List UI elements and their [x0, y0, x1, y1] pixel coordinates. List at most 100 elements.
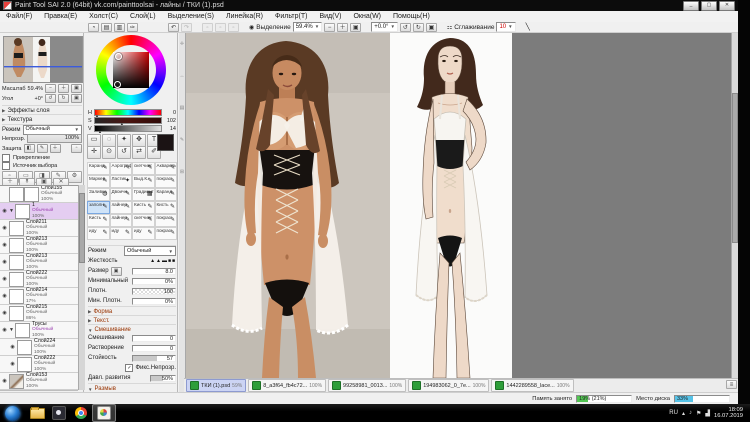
- zoom-out-button[interactable]: −: [324, 23, 335, 32]
- tool-cell[interactable]: Двоичн.✎: [110, 188, 133, 201]
- tab-list-button[interactable]: ≡: [726, 380, 737, 389]
- color-wheel-toggle-icon[interactable]: ◔: [88, 23, 99, 32]
- tool-cell[interactable]: Кисть✎: [132, 201, 155, 214]
- tool-cell[interactable]: покрас✎: [155, 214, 178, 227]
- show-hidden-icons[interactable]: ▴: [682, 410, 685, 417]
- visibility-eye-icon[interactable]: ◉: [0, 378, 9, 384]
- tool-cell[interactable]: Ластик✦: [110, 175, 133, 188]
- volume-icon[interactable]: ♪: [689, 410, 692, 416]
- min-density-field[interactable]: 0%: [132, 298, 176, 305]
- scale-minus-button[interactable]: −: [45, 84, 56, 93]
- rotate-reset-button[interactable]: ▣: [426, 23, 437, 32]
- layer-row[interactable]: ◉ Слой215 Обычный 86%: [0, 305, 78, 322]
- tool-cell[interactable]: лайнер✎: [110, 201, 133, 214]
- menu-item-view[interactable]: Вид(V): [313, 13, 347, 20]
- visibility-eye-icon[interactable]: ◉: [0, 242, 9, 248]
- tool-cell[interactable]: иду✎: [110, 227, 133, 240]
- rect-select-icon[interactable]: ▭: [87, 134, 101, 147]
- tool-cell[interactable]: Кисть✎: [87, 214, 110, 227]
- zoom-combobox[interactable]: 59.4% ▼: [293, 22, 322, 32]
- layer-row[interactable]: ◉ Слой213 Обычный 100%: [0, 254, 78, 271]
- visibility-eye-icon[interactable]: ◉: [0, 208, 9, 214]
- layer-row[interactable]: ◉ Слой222 Обычный 100%: [0, 356, 78, 373]
- angle-reset-button[interactable]: ▣: [71, 94, 82, 103]
- rotate-ccw-button[interactable]: ↺: [400, 23, 411, 32]
- menu-item-filter[interactable]: Фильтр(T): [269, 13, 313, 20]
- visibility-eye-icon[interactable]: ◉: [8, 361, 17, 367]
- zoom-tool-icon[interactable]: ⊙: [102, 146, 116, 159]
- tool-cell-selected[interactable]: заполн.✎: [87, 201, 110, 214]
- tool-cell[interactable]: Маркер✎: [87, 175, 110, 188]
- selection-source-row[interactable]: Источник выбора: [2, 162, 82, 170]
- canvas-viewport[interactable]: [186, 33, 731, 378]
- hue-slider[interactable]: ▲: [94, 109, 162, 116]
- close-button[interactable]: ✕: [719, 1, 735, 11]
- layer-opacity-slider[interactable]: 100%: [27, 134, 82, 143]
- tool-cell[interactable]: Заливка◍: [87, 188, 110, 201]
- action-center-flag-icon[interactable]: ⚑: [696, 410, 701, 417]
- tool-cell[interactable]: Кисть✎: [155, 201, 178, 214]
- tool-cell[interactable]: иду✎: [87, 227, 110, 240]
- lasso-icon[interactable]: ◌: [102, 134, 116, 147]
- layer-row[interactable]: ◉ Слой222 Обычный 100%: [0, 271, 78, 288]
- lock-transparency-icon[interactable]: ◧: [24, 144, 35, 153]
- lock-position-icon[interactable]: ＋: [50, 144, 61, 153]
- size-slider[interactable]: 8.0: [132, 268, 176, 275]
- redo-button[interactable]: ↷: [181, 23, 192, 32]
- rotate-view-icon[interactable]: ↺: [117, 146, 131, 159]
- app-taskbar-icon[interactable]: [48, 405, 70, 421]
- scale-reset-button[interactable]: ▣: [71, 84, 82, 93]
- delete-lock-icon[interactable]: ▫: [71, 144, 82, 153]
- clipping-row[interactable]: Прикрепление: [2, 154, 82, 162]
- pan-tool-icon[interactable]: ✛: [87, 146, 101, 159]
- magic-wand-icon[interactable]: ✦: [117, 134, 131, 147]
- dilution-field[interactable]: 0: [132, 345, 176, 352]
- tool-cell[interactable]: Выд.К.✎: [132, 175, 155, 188]
- stabilizer-combobox[interactable]: 10 ▼: [496, 22, 515, 32]
- texture-section[interactable]: ▶ Текстура: [2, 114, 82, 124]
- start-button[interactable]: [5, 406, 20, 421]
- rotate-cw-button[interactable]: ↻: [58, 94, 69, 103]
- toolbar-button-3[interactable]: ▫: [228, 23, 239, 32]
- rotate-ccw-button[interactable]: ↺: [45, 94, 56, 103]
- rotate-cw-button[interactable]: ↻: [413, 23, 424, 32]
- menu-item-help[interactable]: Помощь(H): [387, 13, 436, 20]
- document-tab-active[interactable]: ТКИ (1).psd 59%: [186, 379, 246, 392]
- flip-view-icon[interactable]: ⇄: [132, 146, 146, 159]
- tool-cell[interactable]: Градиент▦: [132, 188, 155, 201]
- minimize-button[interactable]: _: [683, 1, 699, 11]
- keep-opacity-row[interactable]: ✓ Фикс.Непрозр.: [88, 363, 176, 373]
- scale-plus-button[interactable]: ＋: [58, 84, 69, 93]
- tool-cell[interactable]: Акварель✎: [155, 162, 178, 175]
- value-slider[interactable]: ▲: [94, 125, 162, 132]
- visibility-eye-icon[interactable]: ◉: [8, 344, 17, 350]
- document-tab[interactable]: 1442289558_lace... 100%: [491, 379, 573, 392]
- zoom-reset-button[interactable]: ▣: [350, 23, 361, 32]
- explorer-taskbar-icon[interactable]: [26, 405, 48, 421]
- selection-source-checkbox[interactable]: [2, 162, 10, 170]
- tool-cell[interactable]: Каранд.✎: [155, 188, 178, 201]
- visibility-eye-icon[interactable]: ◉: [0, 276, 9, 282]
- layer-row[interactable]: ◉ Слой214 Обычный 17%: [0, 288, 78, 305]
- toolbar-button-2[interactable]: ▫: [215, 23, 226, 32]
- visibility-eye-icon[interactable]: ◉: [0, 310, 9, 316]
- visibility-eye-icon[interactable]: ◉: [0, 259, 9, 265]
- menu-item-edit[interactable]: Правка(E): [38, 13, 83, 20]
- visibility-eye-icon[interactable]: ◉: [0, 225, 9, 231]
- menu-item-ruler[interactable]: Линейка(R): [220, 13, 269, 20]
- tool-cell[interactable]: Каранд.✎: [87, 162, 110, 175]
- panel-divider-strip[interactable]: ✛ ↔ ▤ ✎ ⊞: [179, 33, 186, 392]
- saturation-slider[interactable]: ▲: [94, 117, 162, 124]
- persistence-slider[interactable]: 57: [132, 355, 176, 362]
- layer-row[interactable]: ◉ Слой153 Обычный 100%: [0, 373, 78, 390]
- maximize-button[interactable]: ▢: [701, 1, 717, 11]
- network-icon[interactable]: ▟: [705, 410, 710, 417]
- hardness-shape-icons[interactable]: ▲▲▬■■: [150, 258, 176, 264]
- menu-item-selection[interactable]: Выделение(S): [162, 13, 220, 20]
- document-tab[interactable]: 8_a3f64_fb4c72... 100%: [248, 379, 326, 392]
- size-unit-button[interactable]: ▣: [111, 267, 122, 276]
- panel-left-toggle-icon[interactable]: ▤: [101, 23, 112, 32]
- tool-cell[interactable]: покрас✎: [155, 227, 178, 240]
- chrome-taskbar-icon[interactable]: [70, 405, 92, 421]
- document-tab[interactable]: 194983062_0_7e... 100%: [408, 379, 489, 392]
